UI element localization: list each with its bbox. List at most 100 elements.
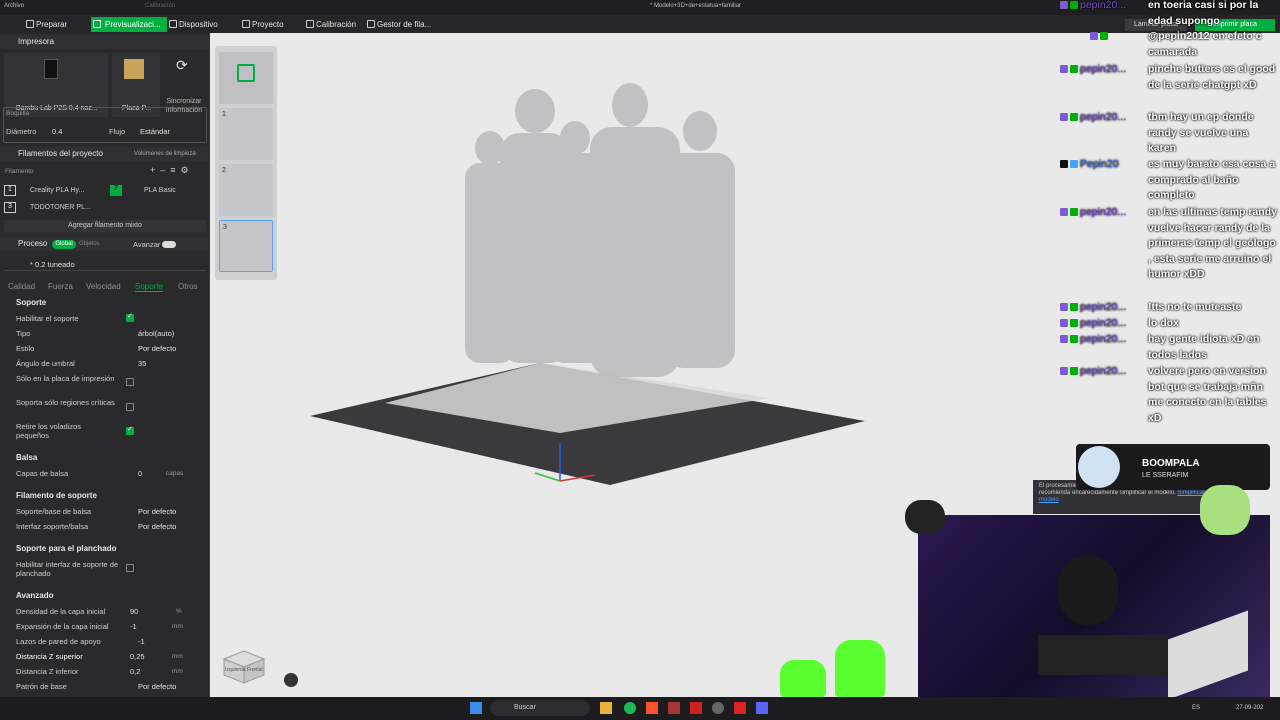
tab-device[interactable]: Dispositivo bbox=[167, 17, 218, 32]
support-type-select[interactable]: árbol(auto) bbox=[138, 329, 174, 338]
tab-strength[interactable]: Fuerza bbox=[48, 282, 73, 291]
enable-support-checkbox[interactable] bbox=[126, 312, 134, 322]
windows-start-icon[interactable] bbox=[470, 702, 482, 714]
spotify-icon[interactable] bbox=[624, 702, 636, 714]
support-type-label: Tipo bbox=[16, 329, 31, 338]
album-art bbox=[1078, 446, 1120, 488]
advanced-label: Avanzar bbox=[133, 240, 161, 249]
obs-icon[interactable] bbox=[712, 702, 724, 714]
streamer-silhouette bbox=[1058, 555, 1118, 625]
windows-taskbar: ES 27-09-202 bbox=[0, 697, 1280, 720]
adv-row-value[interactable]: Por defecto bbox=[138, 682, 176, 691]
language-indicator[interactable]: ES bbox=[1192, 705, 1200, 711]
flow-label: Flujo bbox=[109, 127, 126, 136]
track-song: LE SSERAFIM bbox=[1142, 472, 1189, 479]
chat-message-text: @pepin2012 en efeto c camarada bbox=[1148, 30, 1262, 58]
threshold-angle-input[interactable]: 35 bbox=[138, 359, 146, 368]
filament-controls[interactable]: +–≡⚙ bbox=[150, 165, 194, 176]
project-icon bbox=[242, 20, 250, 28]
plate-thumb-3[interactable]: 3 bbox=[219, 220, 273, 272]
alien-sticker-1 bbox=[780, 660, 826, 697]
filament-slot-2[interactable]: 2 bbox=[110, 185, 122, 196]
y-axis bbox=[534, 472, 561, 482]
discord-icon[interactable] bbox=[756, 702, 768, 714]
file-explorer-icon[interactable] bbox=[600, 702, 612, 714]
filament-slot-3[interactable]: 3 bbox=[4, 202, 16, 213]
app-icon[interactable] bbox=[668, 702, 680, 714]
adv-row-label: Distancia Z inferior bbox=[16, 667, 79, 676]
adv-row-value[interactable]: 0,2 bbox=[130, 667, 140, 676]
filament-name-1[interactable]: Creality PLA Hy... bbox=[30, 187, 84, 194]
enable-support-label: Habilitar el soporte bbox=[16, 314, 79, 323]
filament-slot-1[interactable]: 1 bbox=[4, 185, 16, 196]
printer-section-header[interactable]: Impresora bbox=[0, 35, 210, 49]
objects-toggle[interactable]: Objetos bbox=[79, 241, 100, 247]
diameter-select[interactable]: 0.4 bbox=[52, 127, 62, 136]
chat-message-text: hay gente idiota xD en todos lados bbox=[1148, 333, 1260, 361]
filament-name-2[interactable]: PLA Basic bbox=[144, 187, 176, 194]
chat-message-text: es muy barato esa cosa a comprado al bañ… bbox=[1148, 158, 1276, 202]
tab-quality[interactable]: Calidad bbox=[8, 282, 35, 291]
taskbar-search[interactable]: Buscar bbox=[490, 700, 590, 716]
tab-speed[interactable]: Velocidad bbox=[86, 282, 121, 291]
tab-project[interactable]: Proyecto bbox=[240, 17, 284, 32]
support-base-label: Soporte/base de balsa bbox=[16, 507, 92, 516]
adv-row-label: Densidad de la capa inicial bbox=[16, 607, 106, 616]
raft-layers-input[interactable]: 0 bbox=[138, 469, 142, 478]
filaments-section-header[interactable]: Filamentos del proyecto Volúmenes de lim… bbox=[0, 147, 210, 161]
queue-icon bbox=[367, 20, 375, 28]
critical-regions-checkbox[interactable] bbox=[126, 403, 134, 411]
sync-icon: ⟳ bbox=[176, 57, 188, 73]
app-icon[interactable] bbox=[734, 702, 746, 714]
tab-support[interactable]: Soporte bbox=[135, 282, 164, 292]
tab-prepare[interactable]: Preparar bbox=[24, 17, 67, 32]
tab-preview[interactable]: Previsualizaci... bbox=[91, 17, 167, 32]
support-base-select[interactable]: Por defecto bbox=[138, 507, 176, 516]
app-menu[interactable]: Archivo bbox=[4, 3, 24, 9]
plate-icon bbox=[124, 59, 144, 79]
tab-others[interactable]: Otros bbox=[178, 282, 198, 291]
calibration-icon bbox=[306, 20, 314, 28]
support-style-select[interactable]: Por defecto bbox=[138, 344, 176, 353]
adv-row-value[interactable]: 90 bbox=[130, 607, 138, 616]
adv-row-unit: mm bbox=[172, 668, 183, 675]
view-cube[interactable]: Izquierda Frontal bbox=[220, 645, 268, 685]
advanced-title: Avanzado bbox=[16, 591, 54, 600]
global-toggle[interactable]: Global bbox=[52, 240, 76, 249]
filament-label: Filamento bbox=[5, 168, 34, 175]
adv-row-value[interactable]: -1 bbox=[130, 622, 137, 631]
clock-date[interactable]: 27-09-202 bbox=[1236, 705, 1263, 711]
chat-message-text: en las ultimas temp randy vuelve hacer r… bbox=[1148, 206, 1277, 281]
raft-layers-unit: capas bbox=[166, 470, 184, 477]
stats-icon bbox=[237, 64, 255, 82]
view-cube-front: Frontal bbox=[247, 667, 263, 673]
ironing-interface-checkbox[interactable] bbox=[126, 564, 134, 572]
remove-small-overhangs-label: Retire los voladizos pequeños bbox=[16, 422, 82, 440]
tab-calibration[interactable]: Calibración bbox=[304, 17, 356, 32]
brave-icon[interactable] bbox=[646, 702, 658, 714]
app-icon[interactable] bbox=[690, 702, 702, 714]
tab-queue-manager[interactable]: Gestor de fila... bbox=[365, 17, 431, 32]
only-plate-checkbox[interactable] bbox=[126, 378, 134, 386]
plate-thumb-2[interactable]: 2 bbox=[219, 164, 273, 216]
plate-stats-button[interactable] bbox=[219, 52, 273, 104]
add-mixed-filament-button[interactable]: Agregar filamento mixto bbox=[4, 220, 206, 232]
settings-sidebar: Impresora Bambu Lab P2S 0.4 noz... Placa… bbox=[0, 33, 210, 697]
plate-thumb-1[interactable]: 1 bbox=[219, 108, 273, 160]
adv-row-value[interactable]: -1 bbox=[138, 637, 145, 646]
diameter-label: Diámetro bbox=[6, 127, 37, 136]
advanced-switch[interactable] bbox=[162, 241, 176, 248]
plate-list: 1 2 3 bbox=[215, 46, 277, 280]
filament-name-3[interactable]: TODOTONER PL... bbox=[30, 204, 91, 211]
remove-small-overhangs-checkbox[interactable] bbox=[126, 425, 134, 435]
camera-reset-icon[interactable] bbox=[284, 673, 298, 687]
threshold-angle-label: Ángulo de umbral bbox=[16, 359, 75, 368]
support-interface-select[interactable]: Por defecto bbox=[138, 522, 176, 531]
webcam-overlay bbox=[918, 515, 1270, 697]
flow-select[interactable]: Estándar bbox=[140, 127, 170, 136]
flush-volumes-button[interactable]: Volúmenes de limpieza bbox=[134, 147, 196, 161]
green-cat-sticker bbox=[1200, 485, 1250, 535]
adv-row-label: Lazos de pared de apoyo bbox=[16, 637, 101, 646]
process-profile-select[interactable]: * 0.2 tuneado bbox=[4, 257, 206, 271]
adv-row-value[interactable]: 0,25 bbox=[130, 652, 145, 661]
